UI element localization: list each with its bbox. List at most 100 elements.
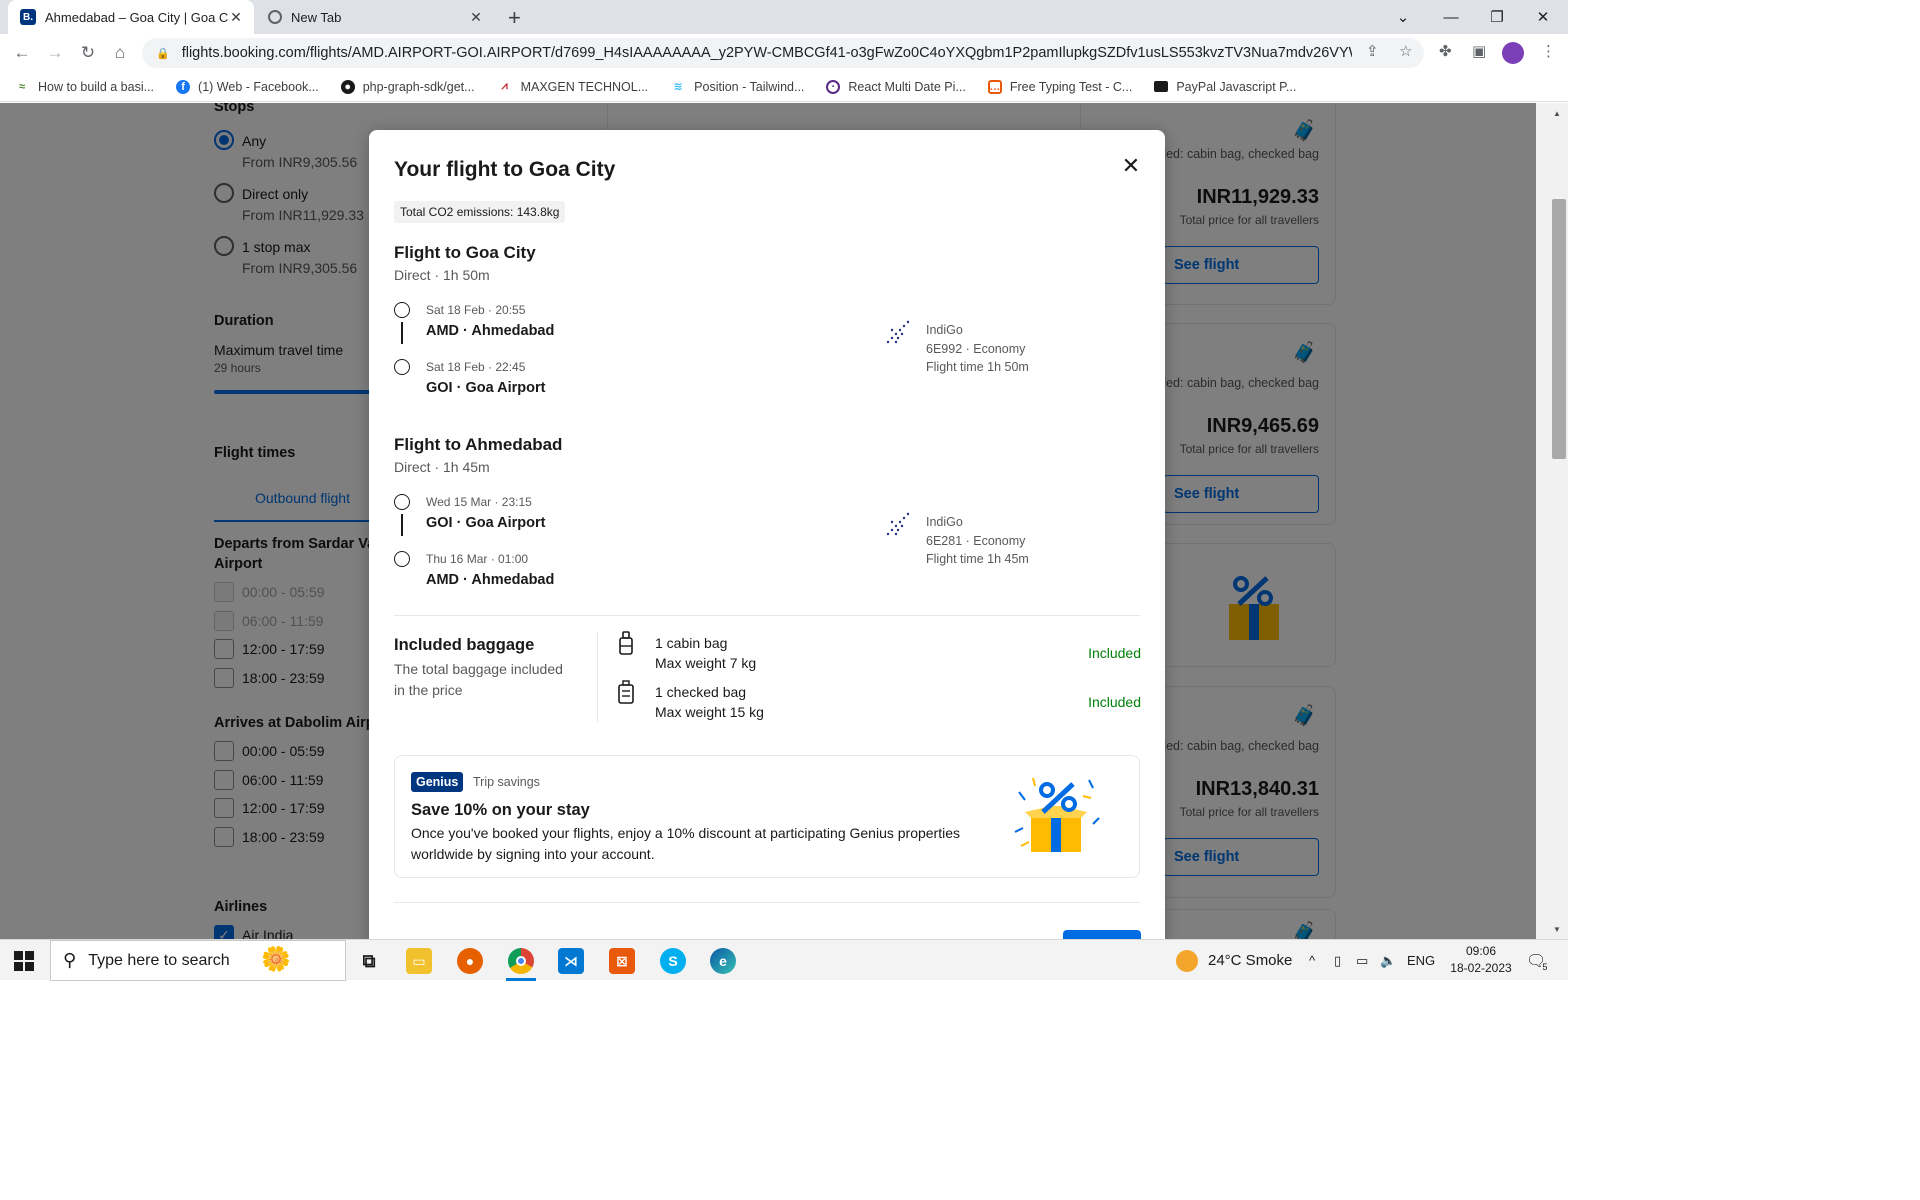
taskbar-search-placeholder: Type here to search — [88, 951, 230, 969]
booking-favicon: B. — [20, 9, 36, 25]
tab-close-icon[interactable]: ✕ — [468, 9, 484, 26]
bookmark-item[interactable]: PayPal Javascript P... — [1154, 80, 1296, 94]
notification-count: 5 — [1542, 961, 1548, 972]
stop-marker — [394, 551, 410, 567]
notification-icon[interactable]: 🗨 5 — [1526, 940, 1547, 981]
modal-title: Your flight to Goa City — [394, 158, 616, 181]
tray-app-icon[interactable]: ▯ — [1334, 940, 1341, 981]
tab-booking[interactable]: B. Ahmedabad – Goa City | Goa City ✕ — [8, 0, 254, 34]
leg-title: Flight to Goa City — [394, 243, 536, 262]
baggage-title: Included baggage — [394, 636, 535, 654]
tray-chevron-icon[interactable]: ^ — [1309, 940, 1315, 981]
vscode-icon[interactable]: ⋊ — [558, 948, 584, 974]
scroll-up-icon[interactable]: ▲ — [1553, 109, 1561, 118]
section-divider — [394, 615, 1140, 616]
windows-taskbar: ⚲ Type here to search 🌼 ⧉ ▭ ● ⋊ ⊠ S e 24… — [0, 939, 1568, 981]
stop-marker — [394, 359, 410, 375]
page-content: Stops Any From INR9,305.56 Direct only F… — [0, 103, 1568, 939]
bookmark-item[interactable]: … Free Typing Test - C... — [987, 79, 1132, 94]
bookmark-item[interactable]: · React Multi Date Pi... — [826, 79, 966, 94]
task-view-icon[interactable]: ⧉ — [356, 948, 382, 974]
arrival-time: Thu 16 Mar · 01:00 — [426, 552, 529, 566]
genius-savings-card: Genius Trip savings Save 10% on your sta… — [394, 755, 1140, 878]
bookmark-item[interactable]: f (1) Web - Facebook... — [176, 79, 319, 94]
reload-icon[interactable]: ↻ — [76, 41, 100, 65]
departure-time: Sat 18 Feb · 20:55 — [426, 303, 526, 317]
new-tab-plus-icon[interactable]: + — [508, 5, 521, 31]
genius-badge: Genius — [411, 772, 464, 792]
url-text[interactable]: flights.booking.com/flights/AMD.AIRPORT-… — [182, 45, 1352, 61]
edge-icon[interactable]: e — [710, 948, 736, 974]
arrival-airport: GOI · Goa Airport — [426, 380, 546, 396]
profile-avatar[interactable] — [1502, 42, 1524, 64]
baggage-item-name: 1 checked bag — [655, 684, 747, 700]
chrome-icon[interactable] — [508, 948, 534, 974]
bookmarks-bar: ≈ How to build a basi... f (1) Web - Faceb… — [0, 72, 1568, 102]
genius-title: Save 10% on your stay — [411, 801, 590, 819]
folder-icon — [1154, 81, 1169, 92]
search-icon: ⚲ — [63, 950, 77, 970]
address-bar-row: ← → ↻ ⌂ 🔒 flights.booking.com/flights/AM… — [0, 34, 1568, 72]
departure-time: Wed 15 Mar · 23:15 — [426, 495, 532, 509]
taskbar-search-input[interactable]: ⚲ Type here to search 🌼 — [50, 940, 346, 981]
share-icon[interactable]: ⇪ — [1366, 42, 1379, 60]
file-explorer-icon[interactable]: ▭ — [406, 948, 432, 974]
airline-name: IndiGo — [926, 515, 963, 529]
baggage-item-name: 1 cabin bag — [655, 635, 728, 651]
tab-search-chevron-icon[interactable]: ⌄ — [1380, 0, 1426, 34]
browser-tab-bar: B. Ahmedabad – Goa City | Goa City ✕ New… — [0, 0, 1568, 34]
bookmark-label: PayPal Javascript P... — [1176, 79, 1297, 94]
firefox-icon[interactable]: ● — [457, 948, 483, 974]
side-panel-icon[interactable]: ▣ — [1472, 42, 1486, 60]
home-icon[interactable]: ⌂ — [108, 41, 132, 65]
weather-widget[interactable]: 24°C Smoke — [1176, 940, 1292, 981]
close-window-icon[interactable]: ✕ — [1520, 0, 1566, 34]
baggage-included-status: Included — [1088, 694, 1141, 710]
windows-start-icon[interactable] — [14, 951, 34, 971]
checked-bag-icon — [618, 680, 634, 704]
scroll-down-icon[interactable]: ▼ — [1553, 925, 1561, 934]
skype-icon[interactable]: S — [660, 948, 686, 974]
menu-kebab-icon[interactable]: ⋮ — [1541, 42, 1556, 60]
select-flight-button[interactable] — [1063, 930, 1141, 939]
co2-badge: Total CO2 emissions: 143.8kg — [394, 201, 566, 223]
flight-duration: Flight time 1h 45m — [926, 552, 1029, 566]
chrome-favicon — [268, 10, 282, 24]
bookmark-item[interactable]: ≋ Position - Tailwind... — [670, 79, 805, 94]
bookmark-label: How to build a basi... — [38, 79, 155, 94]
minimize-icon[interactable]: — — [1428, 0, 1474, 34]
bookmark-item[interactable]: ● php-graph-sdk/get... — [340, 79, 475, 94]
restore-icon[interactable]: ❐ — [1474, 0, 1520, 34]
bookmark-star-icon[interactable]: ☆ — [1399, 42, 1412, 60]
clock[interactable]: 09:06 18-02-2023 — [1446, 943, 1516, 977]
close-icon[interactable]: ✕ — [1119, 154, 1143, 178]
bookmark-label: Position - Tailwind... — [694, 79, 805, 94]
airline-name: IndiGo — [926, 323, 963, 337]
indigo-logo-icon — [886, 320, 910, 344]
weather-text: 24°C Smoke — [1208, 952, 1293, 969]
cabin-bag-icon — [619, 631, 633, 655]
bookmark-label: php-graph-sdk/get... — [362, 79, 475, 94]
page-scrollbar[interactable]: ▲ ▼ — [1536, 103, 1568, 939]
forward-icon[interactable]: → — [43, 41, 67, 65]
extensions-icon[interactable]: ✤ — [1439, 42, 1452, 60]
back-icon[interactable]: ← — [10, 41, 34, 65]
network-icon[interactable]: ▭ — [1356, 940, 1368, 981]
tab-new-tab[interactable]: New Tab ✕ — [256, 0, 494, 34]
scrollbar-thumb[interactable] — [1552, 199, 1566, 459]
tab-close-icon[interactable]: ✕ — [228, 9, 244, 26]
flight-number-class: 6E992 · Economy — [926, 342, 1026, 356]
bookmark-item[interactable]: ≈ How to build a basi... — [14, 80, 154, 94]
tailwind-icon: ≋ — [673, 81, 683, 93]
genius-label: Trip savings — [473, 775, 540, 789]
react-date-icon: · — [826, 79, 841, 94]
tab-title: New Tab — [291, 9, 342, 25]
omnibox[interactable]: 🔒 flights.booking.com/flights/AMD.AIRPOR… — [142, 38, 1424, 68]
language-indicator[interactable]: ENG — [1407, 940, 1435, 981]
volume-muted-icon[interactable]: 🔈 — [1380, 940, 1396, 981]
bookmark-item[interactable]: ⩘ MAXGEN TECHNOL... — [497, 80, 648, 94]
indigo-logo-icon — [886, 512, 910, 536]
tab-title: Ahmedabad – Goa City | Goa City — [45, 9, 228, 25]
xampp-icon[interactable]: ⊠ — [609, 948, 635, 974]
flight-number-class: 6E281 · Economy — [926, 534, 1026, 548]
